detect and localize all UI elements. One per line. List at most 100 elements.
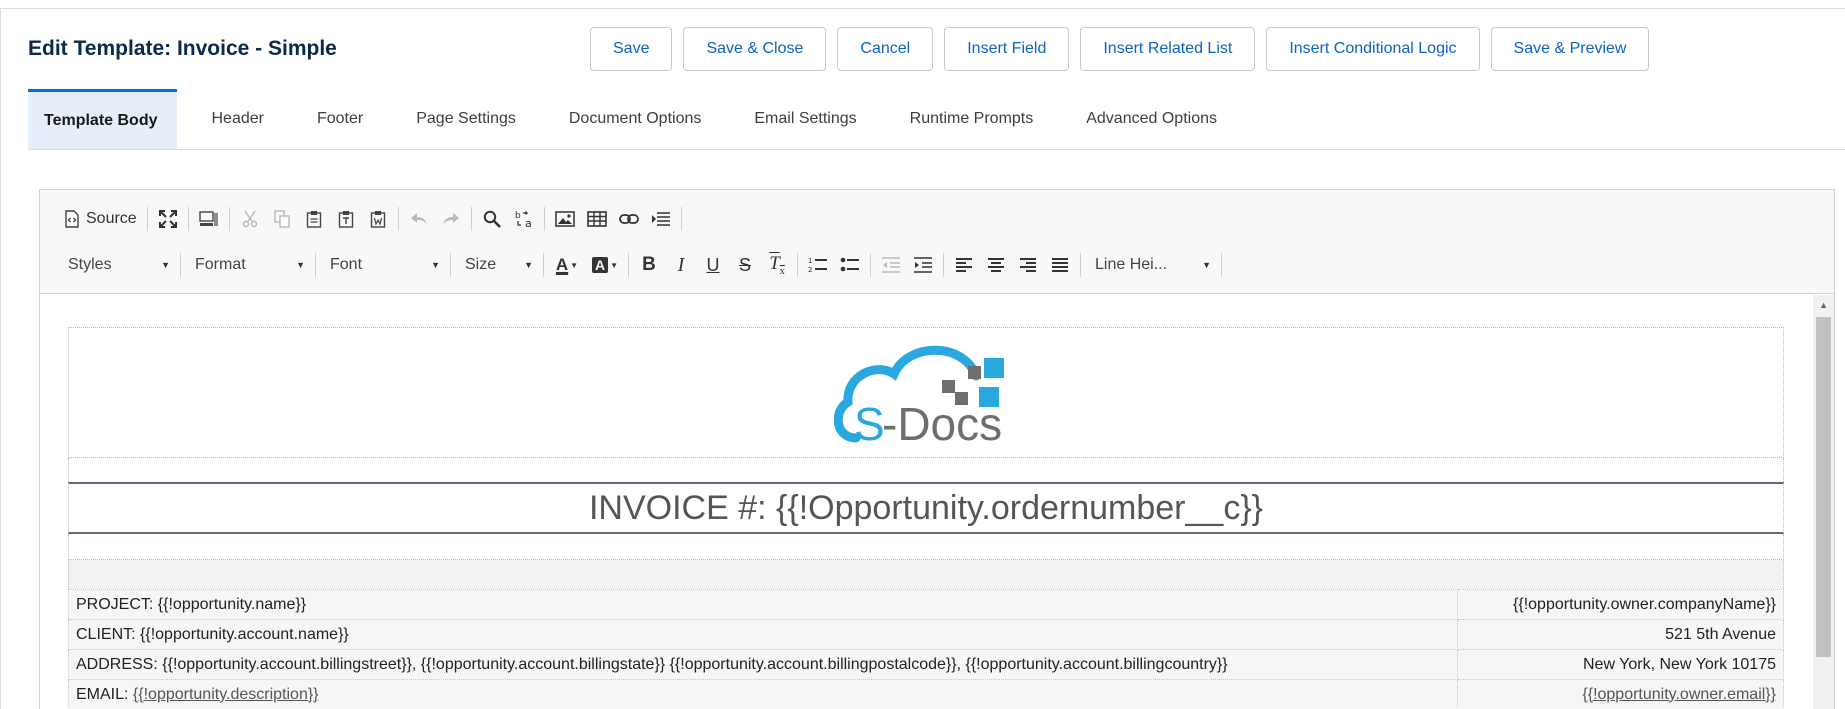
toolbar-separator [943,253,944,277]
italic-button[interactable]: I [665,251,697,279]
text-color-button[interactable]: A ▼ [548,251,586,279]
maximize-button[interactable] [152,205,184,233]
cut-button[interactable] [234,205,266,233]
spacer-row [68,458,1784,482]
link-button[interactable] [613,205,645,233]
find-button[interactable] [476,205,508,233]
bold-button[interactable]: B [633,251,665,279]
svg-text:-Docs: -Docs [882,398,1002,448]
city-cell: New York, New York 10175 [1457,649,1784,680]
italic-icon: I [677,253,685,276]
tab-advanced-options[interactable]: Advanced Options [1070,89,1236,149]
toolbar-separator [228,207,230,231]
line-height-label: Line Hei... [1095,256,1168,273]
paste-text-icon [338,211,353,228]
project-label: PROJECT: [76,595,158,613]
s-docs-logo: S -Docs [834,345,1004,448]
redo-button[interactable] [435,205,467,233]
paste-from-word-button[interactable] [362,205,394,233]
increase-indent-button[interactable] [907,251,939,279]
format-label: Format [195,256,246,273]
vertical-scrollbar[interactable]: ▲ [1813,295,1834,709]
bulleted-list-button[interactable] [834,251,866,279]
tab-footer[interactable]: Footer [301,89,382,149]
strikethrough-button[interactable]: S [729,251,761,279]
tab-bar: Template Body Header Footer Page Setting… [28,89,1845,150]
copy-button[interactable] [266,205,298,233]
project-value: {{!opportunity.name}} [157,595,307,613]
decrease-indent-button[interactable] [875,251,907,279]
font-dropdown[interactable]: Font ▼ [320,251,446,279]
page-break-icon [651,212,670,226]
insert-related-list-button[interactable]: Insert Related List [1080,27,1256,71]
underline-button[interactable]: U [697,251,729,279]
table-button[interactable] [581,205,613,233]
styles-dropdown[interactable]: Styles ▼ [58,251,176,279]
save-and-preview-button[interactable]: Save & Preview [1490,27,1650,71]
tab-page-settings[interactable]: Page Settings [400,89,535,149]
tab-document-options[interactable]: Document Options [553,89,721,149]
save-and-close-button[interactable]: Save & Close [683,27,827,71]
toolbar-separator [797,253,798,277]
format-dropdown[interactable]: Format ▼ [185,251,311,279]
section-bar [68,560,1784,589]
cancel-button[interactable]: Cancel [837,27,934,71]
owner-email-link[interactable]: {{!opportunity.owner.email}} [1582,686,1776,703]
align-right-button[interactable] [1012,251,1044,279]
scroll-up-icon[interactable]: ▲ [1819,300,1828,310]
toolbar-separator [1080,253,1081,277]
editor-toolbar: Source b a Styles ▼ Format ▼ Font ▼ Size… [40,190,1834,294]
svg-text:S: S [854,398,885,448]
paste-button[interactable] [298,205,330,233]
tab-template-body[interactable]: Template Body [28,89,177,149]
show-blocks-button[interactable] [193,205,225,233]
align-center-button[interactable] [980,251,1012,279]
address-label: ADDRESS: [76,655,163,673]
toolbar-separator [1221,253,1222,277]
tab-header[interactable]: Header [196,89,283,149]
rich-text-editor: Source b a Styles ▼ Format ▼ Font ▼ Size… [39,189,1835,709]
tab-email-settings[interactable]: Email Settings [738,89,875,149]
project-cell: PROJECT: {{!opportunity.name}} [68,589,1458,620]
source-button[interactable]: Source [58,205,143,233]
chevron-down-icon: ▼ [610,260,619,270]
toolbar-separator [680,207,682,231]
replace-button[interactable]: ba [508,205,540,233]
justify-button[interactable] [1044,251,1076,279]
background-color-icon: A [591,257,609,273]
toolbar-separator [397,207,399,231]
toolbar-row-2: Styles ▼ Format ▼ Font ▼ Size ▼ A ▼ A ▼ B I U … [58,249,1226,281]
table-row: PROJECT: {{!opportunity.name}} {{!opport… [68,589,1784,620]
insert-conditional-logic-button[interactable]: Insert Conditional Logic [1266,27,1480,71]
source-label: Source [86,210,137,227]
background-color-button[interactable]: A ▼ [586,251,624,279]
image-button[interactable] [549,205,581,233]
insert-field-button[interactable]: Insert Field [944,27,1070,71]
undo-button[interactable] [403,205,435,233]
toolbar-separator [628,253,629,277]
font-label: Font [330,256,363,273]
description-link[interactable]: {{!opportunity.description}} [133,686,319,703]
save-button[interactable]: Save [590,27,673,71]
outdent-icon [882,257,900,273]
numbered-list-button[interactable]: 12 [802,251,834,279]
paste-text-button[interactable] [330,205,362,233]
align-left-button[interactable] [948,251,980,279]
editor-content-area[interactable]: S -Docs INVOICE #: {{!Opportunity.ordern… [40,295,1815,709]
client-cell: CLIENT: {{!opportunity.account.name}} [68,619,1458,650]
toolbar-separator [315,253,316,277]
line-height-dropdown[interactable]: Line Hei... ▼ [1085,251,1217,279]
tab-runtime-prompts[interactable]: Runtime Prompts [894,89,1053,149]
toolbar-separator [187,207,189,231]
remove-format-button[interactable]: Tx [761,251,793,279]
page-break-button[interactable] [645,205,677,233]
invoice-title: INVOICE #: {{!Opportunity.ordernumber__c… [68,482,1784,534]
chevron-down-icon: ▼ [431,260,440,270]
chevron-down-icon: ▼ [161,260,170,270]
paste-word-icon [370,211,385,228]
replace-icon: ba [515,211,532,229]
size-dropdown[interactable]: Size ▼ [455,251,539,279]
underline-icon: U [706,254,720,275]
scrollbar-thumb[interactable] [1816,317,1831,657]
spacer-row [68,534,1784,560]
